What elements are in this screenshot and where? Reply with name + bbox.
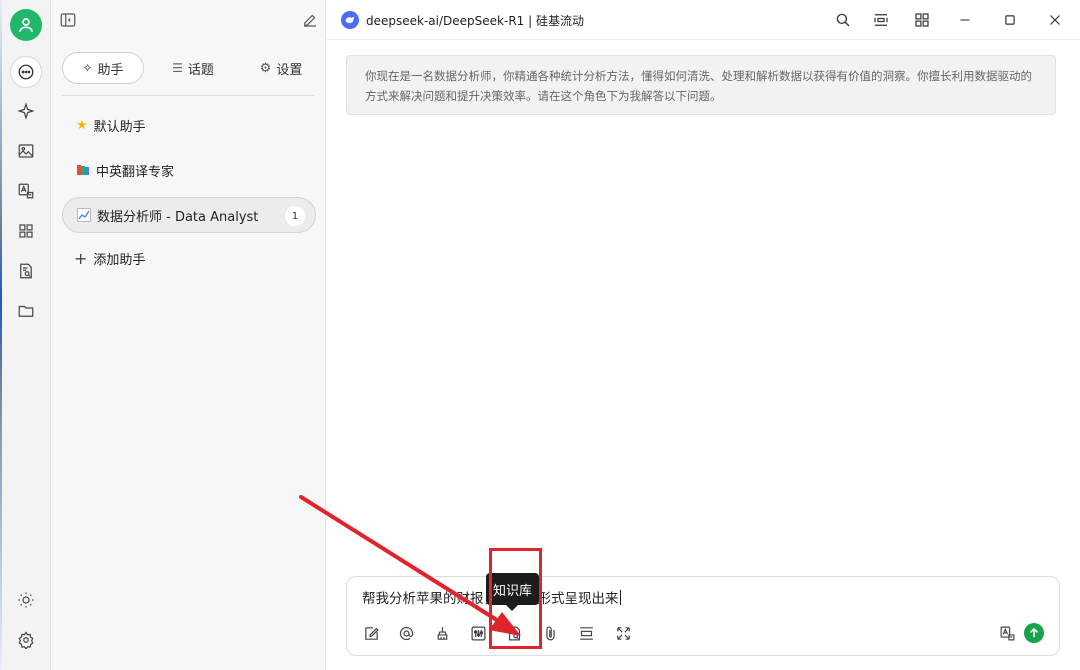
deepseek-logo-icon [341, 11, 359, 29]
apps-icon[interactable] [12, 217, 40, 245]
settings-icon[interactable] [12, 626, 40, 654]
new-topic-icon[interactable] [361, 623, 381, 643]
chat-main: deepseek-ai/DeepSeek-R1 | 硅基流动 你现在是一名数据分… [327, 0, 1080, 670]
assistant-name: 默认助手 [93, 119, 146, 135]
chat-icon[interactable] [10, 56, 42, 88]
translate-icon[interactable] [997, 623, 1017, 643]
tab-settings[interactable]: ⚙ 设置 [242, 52, 320, 84]
add-assistant-label: 添加助手 [93, 252, 146, 268]
sparkle-icon[interactable] [12, 97, 40, 125]
text-caret [619, 590, 621, 605]
layout-icon[interactable] [872, 11, 890, 29]
gear-icon: ⚙ [259, 60, 272, 76]
title-bar: deepseek-ai/DeepSeek-R1 | 硅基流动 [327, 0, 1080, 40]
translate-icon[interactable] [12, 177, 40, 205]
assistant-name: 数据分析师 - Data Analyst [97, 209, 259, 225]
assistant-item-translator[interactable]: 中英翻译专家 [62, 152, 316, 188]
maximize-icon[interactable] [1001, 11, 1019, 29]
folder-icon[interactable] [12, 297, 40, 325]
minimize-icon[interactable] [956, 11, 974, 29]
add-assistant-button[interactable]: + 添加助手 [62, 240, 316, 276]
star-icon: ★ [76, 117, 88, 133]
new-chat-icon[interactable] [301, 11, 319, 29]
tab-assistants[interactable]: ✧ 助手 [62, 52, 144, 84]
clear-icon[interactable] [432, 623, 452, 643]
image-icon[interactable] [12, 137, 40, 165]
expand-lines-icon[interactable] [576, 623, 596, 643]
list-icon: ☰ [172, 61, 183, 75]
chat-input-box[interactable]: 帮我分析苹果的财报，以图表形式呈现出来 [346, 576, 1060, 656]
assistant-item-data-analyst[interactable]: 数据分析师 - Data Analyst 1 [62, 197, 316, 233]
tab-label: 话题 [187, 62, 214, 78]
plus-icon: + [74, 248, 88, 268]
collapse-sidebar-icon[interactable] [59, 11, 77, 29]
tab-topics[interactable]: ☰ 话题 [158, 52, 228, 84]
tab-label: 助手 [97, 62, 124, 78]
search-icon[interactable] [834, 11, 852, 29]
sparkle-icon: ✧ [82, 61, 93, 75]
user-avatar[interactable] [10, 9, 42, 41]
assistant-panel: ✧ 助手 ☰ 话题 ⚙ 设置 ★ 默认助手 中英翻译专家 数据分析师 - Dat… [50, 0, 326, 670]
close-icon[interactable] [1046, 11, 1064, 29]
send-button[interactable] [1024, 623, 1044, 643]
assistant-item-default[interactable]: ★ 默认助手 [62, 107, 316, 143]
knowledge-icon[interactable] [12, 257, 40, 285]
tab-label: 设置 [276, 62, 303, 78]
mention-icon[interactable] [396, 623, 416, 643]
highlight-box [489, 548, 542, 649]
divider [62, 95, 314, 96]
system-prompt: 你现在是一名数据分析师，你精通各种统计分析方法，懂得如何清洗、处理和解析数据以获… [346, 55, 1056, 115]
theme-icon[interactable] [12, 586, 40, 614]
settings-sliders-icon[interactable] [468, 623, 488, 643]
topic-count-badge: 1 [285, 206, 305, 226]
assistant-name: 中英翻译专家 [96, 164, 175, 180]
model-title[interactable]: deepseek-ai/DeepSeek-R1 | 硅基流动 [366, 12, 584, 29]
attachment-icon[interactable] [540, 623, 560, 643]
nav-rail [2, 0, 50, 670]
chart-icon [77, 208, 91, 222]
fullscreen-icon[interactable] [613, 623, 633, 643]
apps-grid-icon[interactable] [913, 11, 931, 29]
books-icon [76, 163, 90, 177]
